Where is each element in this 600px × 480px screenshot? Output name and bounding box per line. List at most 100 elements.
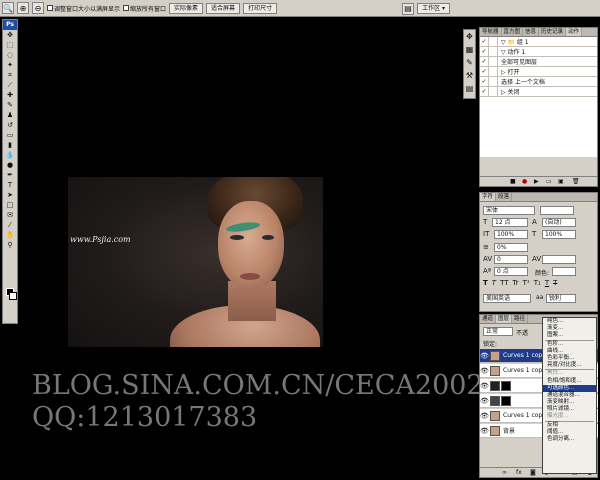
- brush-tool-icon[interactable]: ✎: [3, 100, 17, 110]
- fx-icon[interactable]: fx: [516, 469, 522, 476]
- underline-button[interactable]: T: [545, 279, 549, 287]
- actual-pixels-button[interactable]: 实际像素: [169, 2, 204, 14]
- menu-item[interactable]: 色阶...: [543, 341, 596, 348]
- strikethrough-button[interactable]: T: [553, 279, 557, 287]
- crop-tool-icon[interactable]: ⌗: [3, 70, 17, 80]
- eye-icon[interactable]: 👁: [480, 352, 489, 360]
- action-row[interactable]: ✓ 全部可见图层: [480, 56, 597, 67]
- menu-item[interactable]: 色调分离...: [543, 436, 596, 443]
- eye-icon[interactable]: 👁: [480, 367, 489, 375]
- tab-navigator[interactable]: 导航器: [480, 28, 502, 36]
- eraser-tool-icon[interactable]: ▭: [3, 130, 17, 140]
- play-icon[interactable]: ▶: [534, 178, 539, 185]
- bridge-icon[interactable]: ▤: [402, 2, 415, 15]
- document-canvas[interactable]: www.Psjia.com: [68, 177, 323, 347]
- action-row[interactable]: ✓ ▷ 打开: [480, 66, 597, 77]
- tab-character[interactable]: 字符: [480, 193, 497, 201]
- tool-presets-icon[interactable]: ⚒: [464, 69, 475, 82]
- menu-item[interactable]: 阈值...: [543, 429, 596, 436]
- eye-icon[interactable]: 👁: [480, 382, 489, 390]
- action-row[interactable]: ✓ 选择 上一个文档: [480, 76, 597, 87]
- tab-paragraph[interactable]: 段落: [496, 193, 513, 201]
- trash-icon[interactable]: 🗑: [572, 178, 580, 185]
- tab-info[interactable]: 信息: [523, 28, 540, 36]
- eyedropper-tool-icon[interactable]: ⁄: [3, 220, 17, 230]
- kerning-field[interactable]: 0: [494, 255, 528, 264]
- kerning-metrics-field[interactable]: [542, 255, 576, 264]
- marquee-tool-icon[interactable]: ⬚: [3, 40, 17, 50]
- navigator-icon[interactable]: ✥: [464, 30, 475, 43]
- zoom-tool-icon[interactable]: 🔍: [2, 2, 14, 14]
- vertical-scale-field[interactable]: 100%: [494, 230, 528, 239]
- baseline-field[interactable]: 0 点: [494, 267, 528, 276]
- superscript-button[interactable]: T¹: [523, 279, 530, 287]
- dodge-tool-icon[interactable]: ●: [3, 160, 17, 170]
- eye-icon[interactable]: 👁: [480, 427, 489, 435]
- small-caps-button[interactable]: Tr: [513, 279, 519, 287]
- tab-channels[interactable]: 通道: [480, 315, 497, 323]
- hand-tool-icon[interactable]: ✋: [3, 230, 17, 240]
- font-size-field[interactable]: 12 点: [492, 218, 528, 227]
- magic-wand-tool-icon[interactable]: ✦: [3, 60, 17, 70]
- print-size-button[interactable]: 打印尺寸: [243, 2, 278, 14]
- blur-tool-icon[interactable]: 💧: [3, 150, 17, 160]
- zoom-all-windows-checkbox[interactable]: 缩放所有窗口: [123, 4, 166, 13]
- antialias-select[interactable]: 锐利: [546, 294, 576, 303]
- menu-item[interactable]: 图案...: [543, 332, 596, 339]
- menu-item[interactable]: 通道混合器...: [543, 392, 596, 399]
- action-row[interactable]: ✓ ▷ 关闭: [480, 86, 597, 97]
- tab-history[interactable]: 历史记录: [539, 28, 567, 36]
- new-action-icon[interactable]: ▣: [558, 178, 564, 185]
- tab-layers[interactable]: 图层: [496, 315, 513, 323]
- stop-icon[interactable]: ■: [510, 178, 516, 185]
- layer-comps-icon[interactable]: ▤: [464, 82, 475, 95]
- zoom-out-icon[interactable]: ⊖: [32, 2, 44, 14]
- history-brush-tool-icon[interactable]: ↺: [3, 120, 17, 130]
- healing-tool-icon[interactable]: ✚: [3, 90, 17, 100]
- leading-field[interactable]: (自动): [542, 218, 576, 227]
- all-caps-button[interactable]: TT: [500, 279, 508, 287]
- clone-stamp-tool-icon[interactable]: ♟: [3, 110, 17, 120]
- horizontal-scale-field[interactable]: 100%: [542, 230, 576, 239]
- action-row[interactable]: ✓ ▽ 动作 1: [480, 46, 597, 57]
- menu-item[interactable]: 亮度/对比度...: [543, 362, 596, 369]
- background-color-swatch[interactable]: [9, 292, 17, 300]
- subscript-button[interactable]: T₁: [534, 279, 541, 287]
- eye-icon[interactable]: 👁: [480, 412, 489, 420]
- zoom-tool-box-icon[interactable]: ⚲: [3, 240, 17, 250]
- faux-bold-button[interactable]: T: [483, 279, 488, 287]
- fit-screen-button[interactable]: 适合屏幕: [206, 2, 241, 14]
- font-family-select[interactable]: 宋体: [483, 206, 535, 215]
- menu-item[interactable]: 曲线...: [543, 348, 596, 355]
- history-icon[interactable]: ▦: [464, 43, 475, 56]
- tab-actions[interactable]: 动作: [566, 28, 583, 36]
- lasso-tool-icon[interactable]: ◌: [3, 50, 17, 60]
- shape-tool-icon[interactable]: □: [3, 200, 17, 210]
- mask-icon[interactable]: ◙: [530, 469, 536, 476]
- move-tool-icon[interactable]: ✥: [3, 30, 17, 40]
- link-icon[interactable]: ∞: [502, 469, 507, 476]
- path-selection-tool-icon[interactable]: ➤: [3, 190, 17, 200]
- resize-windows-checkbox[interactable]: 调整窗口大小以满屏显示: [47, 4, 120, 13]
- pen-tool-icon[interactable]: ✒: [3, 170, 17, 180]
- brushes-icon[interactable]: ✎: [464, 56, 475, 69]
- language-select[interactable]: 美国英语: [483, 294, 531, 303]
- zoom-in-icon[interactable]: ⊕: [17, 2, 29, 14]
- tab-paths[interactable]: 路径: [512, 315, 529, 323]
- slice-tool-icon[interactable]: ⟋: [3, 80, 17, 90]
- blend-mode-select[interactable]: 正常: [483, 327, 513, 336]
- menu-item[interactable]: 反相: [543, 422, 596, 429]
- eye-icon[interactable]: 👁: [480, 397, 489, 405]
- action-row[interactable]: ✓ ▽ 📁 组 1: [480, 36, 597, 47]
- type-tool-icon[interactable]: T: [3, 180, 17, 190]
- menu-item[interactable]: 可选颜色...: [543, 384, 596, 392]
- faux-italic-button[interactable]: T: [492, 279, 496, 287]
- workspace-button[interactable]: 工作区 ▾: [417, 3, 450, 14]
- font-style-select[interactable]: [540, 206, 574, 215]
- record-icon[interactable]: ●: [522, 178, 527, 185]
- gradient-tool-icon[interactable]: ▮: [3, 140, 17, 150]
- tracking-field[interactable]: 0%: [494, 243, 528, 252]
- new-set-icon[interactable]: ▭: [546, 178, 552, 185]
- tab-histogram[interactable]: 直方图: [502, 28, 524, 36]
- notes-tool-icon[interactable]: ✉: [3, 210, 17, 220]
